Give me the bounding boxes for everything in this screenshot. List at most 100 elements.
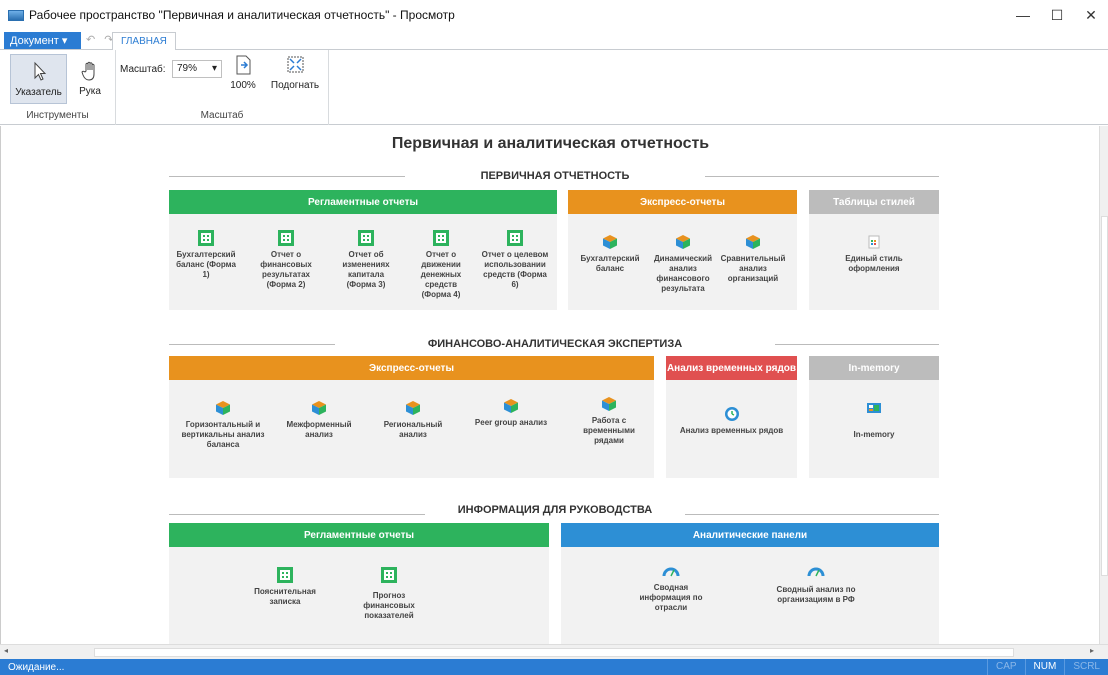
express-balance[interactable]: Бухгалтерский баланс xyxy=(578,234,642,274)
section-divider xyxy=(775,344,939,345)
tools-group-label: Инструменты xyxy=(26,110,89,121)
zoom-label: Масштаб: xyxy=(120,64,166,75)
report-financial-results[interactable]: Отчет о финансовых результатах (Форма 2) xyxy=(251,230,321,290)
report-target-use[interactable]: Отчет о целевом использовании средств (Ф… xyxy=(479,230,551,290)
ribbon-tab-row: Документ ▾ ↶ ↷ ГЛАВНАЯ xyxy=(0,30,1108,51)
item-label: Горизонтальный и вертикальны анализ бала… xyxy=(181,420,265,449)
pointer-button[interactable]: Указатель xyxy=(10,54,67,104)
item-label: Региональный анализ xyxy=(383,420,443,439)
horizontal-scrollbar[interactable]: ◂ ▸ xyxy=(0,644,1108,659)
table-icon xyxy=(381,567,397,583)
zoom-100-button[interactable]: 100% xyxy=(228,54,258,91)
item-label: Peer group анализ xyxy=(474,418,548,427)
minimize-button[interactable]: — xyxy=(1006,0,1040,30)
panel-header: Экспресс-отчеты xyxy=(568,190,797,214)
explanatory-note[interactable]: Пояснительная записка xyxy=(249,567,321,607)
panel-header: Регламентные отчеты xyxy=(169,190,557,214)
num-lock-indicator: NUM xyxy=(1024,659,1065,675)
cube-icon xyxy=(602,397,616,411)
vertical-scroll-thumb[interactable] xyxy=(1101,216,1108,576)
item-label: Работа с временными рядами xyxy=(583,416,635,445)
item-label: Отчет о финансовых результатах (Форма 2) xyxy=(260,250,312,289)
item-label: Прогноз финансовых показателей xyxy=(363,591,415,620)
item-label: Единый стиль оформления xyxy=(845,254,903,273)
item-label: Бухгалтерский баланс xyxy=(580,254,640,273)
hand-button[interactable]: Рука xyxy=(72,60,108,97)
cube-icon xyxy=(406,401,420,415)
dashboard-icon xyxy=(867,403,881,413)
cube-icon xyxy=(216,401,230,415)
item-label: Сравнительный анализ организаций xyxy=(720,254,786,283)
cube-icon xyxy=(676,235,690,249)
gauge-icon xyxy=(662,567,680,577)
title-bar: Рабочее пространство "Первичная и аналит… xyxy=(0,0,1108,30)
time-series-analysis[interactable]: Анализ временных рядов xyxy=(676,406,787,436)
panel-regulatory-reports-2: Регламентные отчеты Пояснительная записк… xyxy=(169,523,549,644)
document-canvas[interactable]: Первичная и аналитическая отчетность ПЕР… xyxy=(0,126,1099,644)
analysis-interform[interactable]: Межформенный анализ xyxy=(279,400,359,440)
item-label: Бухгалтерский баланс (Форма 1) xyxy=(176,250,236,279)
financial-forecast[interactable]: Прогноз финансовых показателей xyxy=(349,567,429,621)
zoom-value: 79% xyxy=(177,63,198,74)
caps-lock-indicator: CAP xyxy=(986,659,1025,675)
horizontal-scroll-thumb[interactable] xyxy=(94,648,1014,657)
item-label: In-memory xyxy=(853,430,895,439)
maximize-button[interactable]: ☐ xyxy=(1040,0,1074,30)
industry-summary[interactable]: Сводная информация по отрасли xyxy=(631,563,711,613)
express-dynamic-analysis[interactable]: Динамический анализ финансового результа… xyxy=(648,234,718,294)
app-icon xyxy=(8,9,24,21)
section-title-analytics: ФИНАНСОВО-АНАЛИТИЧЕСКАЯ ЭКСПЕРТИЗА xyxy=(427,338,683,350)
vertical-scrollbar[interactable] xyxy=(1099,126,1108,644)
in-memory-item[interactable]: In-memory xyxy=(829,400,919,440)
panel-time-series: Анализ временных рядов Анализ временных … xyxy=(666,356,797,478)
panel-stylesheets: Таблицы стилей Единый стиль оформления xyxy=(809,190,939,310)
item-label: Анализ временных рядов xyxy=(679,426,784,435)
table-icon xyxy=(278,230,294,246)
report-balance-form1[interactable]: Бухгалтерский баланс (Форма 1) xyxy=(173,230,239,280)
analysis-time-series-work[interactable]: Работа с временными рядами xyxy=(569,396,649,446)
zoom-select[interactable]: 79% ▾ xyxy=(172,60,222,78)
style-unified[interactable]: Единый стиль оформления xyxy=(829,234,919,274)
cube-icon xyxy=(312,401,326,415)
panel-header: In-memory xyxy=(809,356,939,380)
section-divider xyxy=(169,514,425,515)
item-label: Сводный анализ по организациям в РФ xyxy=(776,585,856,604)
cube-icon xyxy=(504,399,518,413)
table-icon xyxy=(433,230,449,246)
table-icon xyxy=(277,567,293,583)
fit-label: Подогнать xyxy=(270,80,320,91)
express-comparative-analysis[interactable]: Сравнительный анализ организаций xyxy=(718,234,788,284)
scroll-left-icon[interactable]: ◂ xyxy=(4,646,8,655)
tools-group: Указатель Рука Инструменты xyxy=(0,50,116,125)
item-label: Сводная информация по отрасли xyxy=(639,583,703,612)
undo-redo-group: ↶ ↷ xyxy=(86,33,114,46)
section-title-management: ИНФОРМАЦИЯ ДЛЯ РУКОВОДСТВА xyxy=(457,504,653,516)
section-divider xyxy=(169,344,335,345)
status-bar: Ожидание... CAP NUM SCRL xyxy=(0,659,1108,675)
report-cash-flow[interactable]: Отчет о движении денежных средств (Форма… xyxy=(411,230,471,300)
window-title: Рабочее пространство "Первичная и аналит… xyxy=(29,8,455,22)
panel-header: Таблицы стилей xyxy=(809,190,939,214)
organizations-summary[interactable]: Сводный анализ по организациям в РФ xyxy=(771,563,861,605)
report-capital-changes[interactable]: Отчет об изменениях капитала (Форма 3) xyxy=(333,230,399,290)
cube-icon xyxy=(603,235,617,249)
undo-icon[interactable]: ↶ xyxy=(86,34,95,46)
pointer-label: Указатель xyxy=(15,87,62,98)
analysis-peer-group[interactable]: Peer group анализ xyxy=(471,398,551,428)
hand-icon xyxy=(81,61,95,81)
cube-icon xyxy=(746,235,760,249)
fit-button[interactable]: Подогнать xyxy=(266,54,324,91)
cursor-icon xyxy=(34,61,46,81)
analysis-regional[interactable]: Региональный анализ xyxy=(373,400,453,440)
hand-label: Рука xyxy=(79,86,101,97)
table-icon xyxy=(358,230,374,246)
ribbon: Указатель Рука Инструменты Масштаб: 79% … xyxy=(0,50,1108,125)
item-label: Межформенный анализ xyxy=(286,420,352,439)
status-text: Ожидание... xyxy=(8,661,65,673)
close-button[interactable]: ✕ xyxy=(1074,0,1108,30)
document-menu-button[interactable]: Документ ▾ xyxy=(4,32,81,49)
analysis-horizontal-vertical[interactable]: Горизонтальный и вертикальны анализ бала… xyxy=(171,400,275,450)
panel-analytic-dashboards: Аналитические панели Сводная информация … xyxy=(561,523,939,644)
scroll-right-icon[interactable]: ▸ xyxy=(1090,646,1094,655)
tab-main[interactable]: ГЛАВНАЯ xyxy=(112,32,176,51)
